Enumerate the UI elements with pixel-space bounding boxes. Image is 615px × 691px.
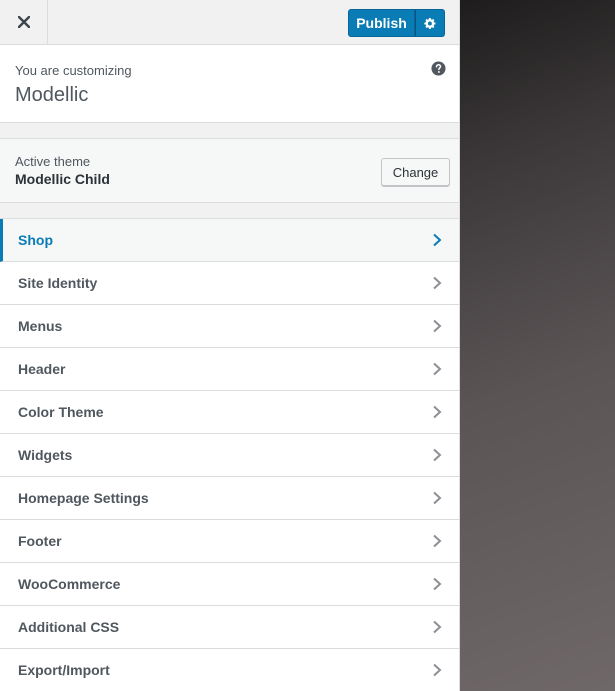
change-theme-button[interactable]: Change [381,158,450,186]
section-shop[interactable]: Shop [0,219,459,262]
section-widgets[interactable]: Widgets [0,434,459,477]
section-label: Additional CSS [18,619,120,635]
publish-settings-button[interactable] [415,9,445,37]
section-header[interactable]: Header [0,348,459,391]
section-label: Color Theme [18,404,104,420]
section-label: Homepage Settings [18,490,149,506]
active-theme-label: Active theme [15,154,91,169]
section-homepage-settings[interactable]: Homepage Settings [0,477,459,520]
active-theme-name: Modellic Child [15,171,110,187]
chevron-right-icon [433,233,442,247]
section-label: Footer [18,533,62,549]
section-menus[interactable]: Menus [0,305,459,348]
chevron-right-icon [433,534,442,548]
customizer-header: Publish [0,0,459,45]
section-label: Site Identity [18,275,98,291]
help-icon[interactable] [431,61,446,76]
section-site-identity[interactable]: Site Identity [0,262,459,305]
customizing-info: You are customizing Modellic [0,45,459,123]
section-label: Shop [18,232,53,248]
active-theme-section: Active theme Modellic Child Change [0,138,459,203]
site-name: Modellic [15,84,89,106]
section-label: Export/Import [18,662,110,678]
publish-button[interactable]: Publish [348,9,415,37]
section-label: Menus [18,318,63,334]
chevron-right-icon [433,577,442,591]
close-icon [17,16,30,28]
publish-group: Publish [348,9,445,37]
chevron-right-icon [433,362,442,376]
chevron-right-icon [433,663,442,677]
chevron-right-icon [433,319,442,333]
chevron-right-icon [433,491,442,505]
chevron-right-icon [433,620,442,634]
customizing-label: You are customizing [15,63,132,78]
section-label: WooCommerce [18,576,121,592]
chevron-right-icon [433,405,442,419]
customizer-sections: Shop Site Identity Menus Header Color Th… [0,218,459,691]
close-button[interactable] [0,0,48,44]
section-color-theme[interactable]: Color Theme [0,391,459,434]
section-footer[interactable]: Footer [0,520,459,563]
chevron-right-icon [433,448,442,462]
customizer-panel: Publish You are customizing Modellic Act… [0,0,460,691]
chevron-right-icon [433,276,442,290]
section-export-import[interactable]: Export/Import [0,649,459,691]
section-woocommerce[interactable]: WooCommerce [0,563,459,606]
section-label: Header [18,361,66,377]
gear-icon [423,17,435,29]
section-additional-css[interactable]: Additional CSS [0,606,459,649]
site-preview [460,0,615,691]
section-label: Widgets [18,447,73,463]
